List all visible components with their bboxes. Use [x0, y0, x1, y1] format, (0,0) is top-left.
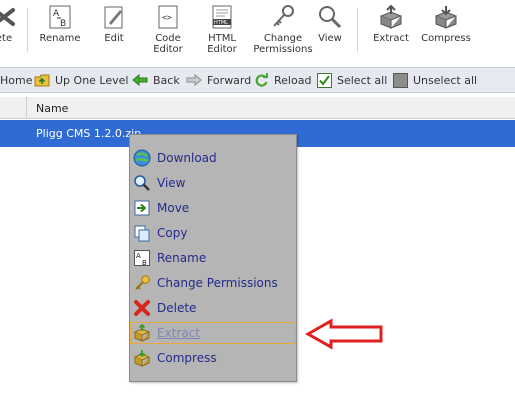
svg-text:B: B: [142, 259, 147, 267]
rename-button[interactable]: A B Rename: [36, 4, 84, 44]
toolbar-label: View: [318, 33, 342, 44]
toolbar-divider: [27, 8, 28, 52]
menu-item-change-permissions[interactable]: Change Permissions: [130, 272, 296, 294]
back-link[interactable]: Back: [132, 68, 180, 92]
move-icon: [134, 200, 150, 216]
copy-icon: [134, 225, 150, 242]
code-editor-icon: <>: [158, 5, 178, 29]
menu-item-label: Change Permissions: [157, 276, 278, 290]
file-manager-toolbar: ete A B Rename Edit <> Code Editor HTML: [0, 0, 515, 62]
checkbox-checked-icon: [317, 72, 332, 88]
compress-icon: [133, 350, 151, 367]
menu-item-label: Move: [157, 201, 190, 215]
menu-item-extract[interactable]: Extract: [130, 322, 296, 344]
up-one-level-link[interactable]: Up One Level: [34, 68, 128, 92]
forward-link[interactable]: Forward: [186, 68, 251, 92]
forward-arrow-icon: [186, 74, 202, 86]
permissions-icon: [273, 5, 294, 27]
up-one-level-label: Up One Level: [55, 73, 129, 87]
key-icon: [135, 275, 150, 290]
back-arrow-icon: [132, 74, 148, 86]
reload-label: Reload: [274, 73, 312, 87]
file-table-header: Name: [0, 97, 515, 119]
unselect-all-link[interactable]: Unselect all: [393, 68, 477, 92]
toolbar-label: HTML Editor: [207, 33, 237, 55]
view-icon: [319, 6, 342, 29]
context-menu: Download View Move Copy A B Rename Chang…: [129, 134, 297, 382]
navigation-bar: Home Up One Level Back Forward Reload Se…: [0, 67, 515, 93]
menu-item-label: Copy: [157, 226, 188, 240]
home-link[interactable]: Home: [0, 68, 32, 92]
compress-icon: [434, 6, 458, 29]
menu-item-label: View: [157, 176, 186, 190]
rename-icon: A B: [49, 5, 71, 29]
download-icon: [133, 149, 151, 167]
red-arrow-annotation: [305, 318, 383, 350]
menu-item-delete[interactable]: Delete: [130, 297, 296, 319]
menu-item-label: Download: [157, 151, 217, 165]
html-editor-button[interactable]: HTML HTML Editor: [200, 4, 244, 55]
extract-icon: [133, 324, 151, 342]
view-button[interactable]: View: [312, 4, 348, 44]
menu-item-view[interactable]: View: [130, 172, 296, 194]
toolbar-divider: [357, 8, 358, 52]
menu-item-copy[interactable]: Copy: [130, 222, 296, 244]
menu-item-move[interactable]: Move: [130, 197, 296, 219]
edit-button[interactable]: Edit: [94, 4, 134, 44]
toolbar-label: Compress: [421, 33, 471, 44]
menu-item-rename[interactable]: A B Rename: [130, 247, 296, 269]
menu-item-label: Delete: [157, 301, 197, 315]
code-editor-button[interactable]: <> Code Editor: [146, 4, 190, 55]
menu-item-download[interactable]: Download: [130, 147, 296, 169]
toolbar-label: Change Permissions: [253, 33, 313, 55]
change-permissions-button[interactable]: Change Permissions: [250, 4, 316, 55]
unselect-all-label: Unselect all: [413, 73, 478, 87]
toolbar-label: Rename: [39, 33, 81, 44]
up-folder-icon: [34, 74, 50, 87]
file-name-cell: Pligg CMS 1.2.0.zip: [36, 127, 142, 140]
delete-icon: [134, 300, 150, 316]
svg-text:<>: <>: [162, 13, 172, 22]
delete-button[interactable]: ete: [0, 4, 22, 44]
checkbox-empty-icon: [393, 72, 408, 88]
extract-icon: [379, 4, 403, 29]
column-header-name[interactable]: Name: [36, 102, 68, 115]
compress-button[interactable]: Compress: [418, 4, 474, 44]
column-divider: [26, 97, 27, 119]
home-label: Home: [0, 73, 33, 87]
reload-icon: [255, 72, 268, 87]
back-label: Back: [153, 73, 180, 87]
extract-button[interactable]: Extract: [368, 4, 414, 44]
toolbar-label: Edit: [104, 33, 124, 44]
menu-item-label: Compress: [157, 351, 217, 365]
rename-icon: A B: [134, 250, 150, 267]
svg-text:A: A: [136, 252, 141, 260]
forward-label: Forward: [207, 73, 252, 87]
select-all-label: Select all: [337, 73, 388, 87]
menu-item-compress[interactable]: Compress: [130, 347, 296, 369]
toolbar-label: Code Editor: [153, 33, 183, 55]
html-editor-icon: HTML: [212, 5, 232, 29]
toolbar-label: Extract: [373, 33, 409, 44]
delete-icon: [0, 8, 15, 26]
svg-text:HTML: HTML: [214, 20, 228, 26]
view-icon: [134, 175, 150, 191]
reload-link[interactable]: Reload: [254, 68, 311, 92]
svg-text:B: B: [60, 19, 66, 29]
edit-icon: [104, 6, 123, 29]
select-all-link[interactable]: Select all: [317, 68, 387, 92]
menu-item-label: Rename: [157, 251, 207, 265]
toolbar-label: ete: [0, 33, 13, 44]
menu-item-label: Extract: [157, 326, 200, 340]
